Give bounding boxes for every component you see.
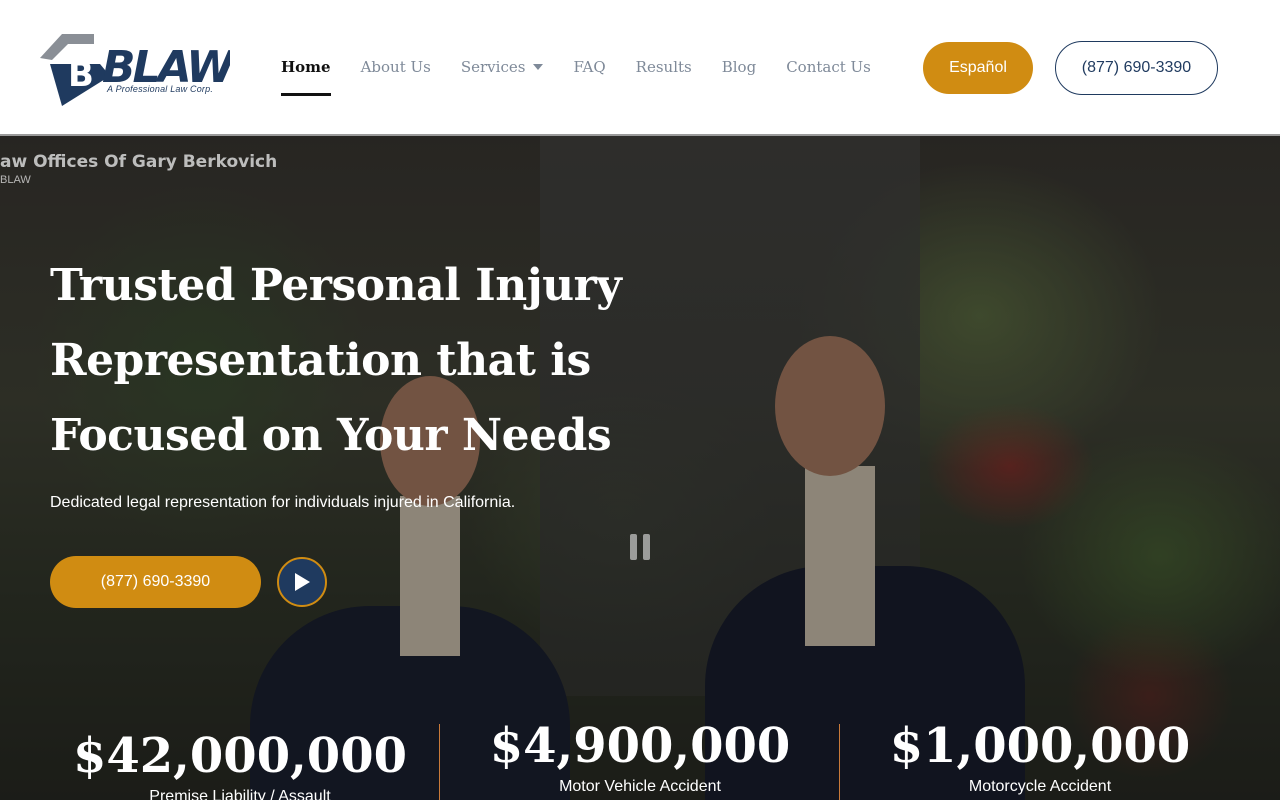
nav-contact-us[interactable]: Contact Us: [786, 58, 871, 76]
nav-results[interactable]: Results: [636, 58, 692, 76]
caret-down-icon: [533, 64, 544, 70]
blaw-logo[interactable]: B BLAW A Professional Law Corp.: [40, 30, 240, 110]
nav-blog[interactable]: Blog: [722, 58, 756, 76]
main-nav: Home About Us Services FAQ Results Blog …: [281, 58, 871, 96]
stat-label: Motorcycle Accident: [968, 778, 1112, 795]
svg-text:B: B: [68, 55, 94, 95]
play-icon: [295, 573, 310, 591]
stat-premise-liability: $42,000,000 Premise Liability / Assault: [40, 721, 440, 800]
video-title: aw Offices Of Gary Berkovich: [0, 152, 278, 172]
stat-label: Motor Vehicle Accident: [559, 778, 721, 795]
stat-label: Premise Liability / Assault: [149, 788, 331, 800]
video-channel: BLAW: [0, 174, 31, 186]
play-video-button[interactable]: [277, 557, 327, 607]
stat-value: $1,000,000: [889, 718, 1191, 774]
stat-value: $4,900,000: [489, 718, 791, 774]
nav-home[interactable]: Home: [281, 58, 331, 96]
site-header: B BLAW A Professional Law Corp. Home Abo…: [0, 0, 1280, 136]
hero-section: aw Offices Of Gary Berkovich BLAW Truste…: [0, 136, 1280, 800]
nav-about-us[interactable]: About Us: [361, 58, 431, 76]
logo-tagline: A Professional Law Corp.: [107, 84, 214, 94]
hero-title: Trusted Personal Injury Representation t…: [50, 260, 622, 461]
nav-faq[interactable]: FAQ: [573, 58, 605, 76]
hero-subtitle: Dedicated legal representation for indiv…: [50, 494, 516, 511]
logo-mark-icon: B BLAW: [40, 34, 240, 106]
stat-motorcycle: $1,000,000 Motorcycle Accident: [840, 718, 1240, 796]
stat-motor-vehicle: $4,900,000 Motor Vehicle Accident: [440, 718, 840, 796]
hero-phone-button[interactable]: (877) 690-3390: [50, 556, 261, 608]
header-phone-button[interactable]: (877) 690-3390: [1055, 41, 1218, 95]
pause-video-button[interactable]: [612, 522, 668, 572]
espanol-button[interactable]: Español: [923, 42, 1033, 94]
nav-services[interactable]: Services: [461, 58, 544, 76]
stat-value: $42,000,000: [72, 728, 407, 784]
pause-icon: [630, 534, 637, 560]
